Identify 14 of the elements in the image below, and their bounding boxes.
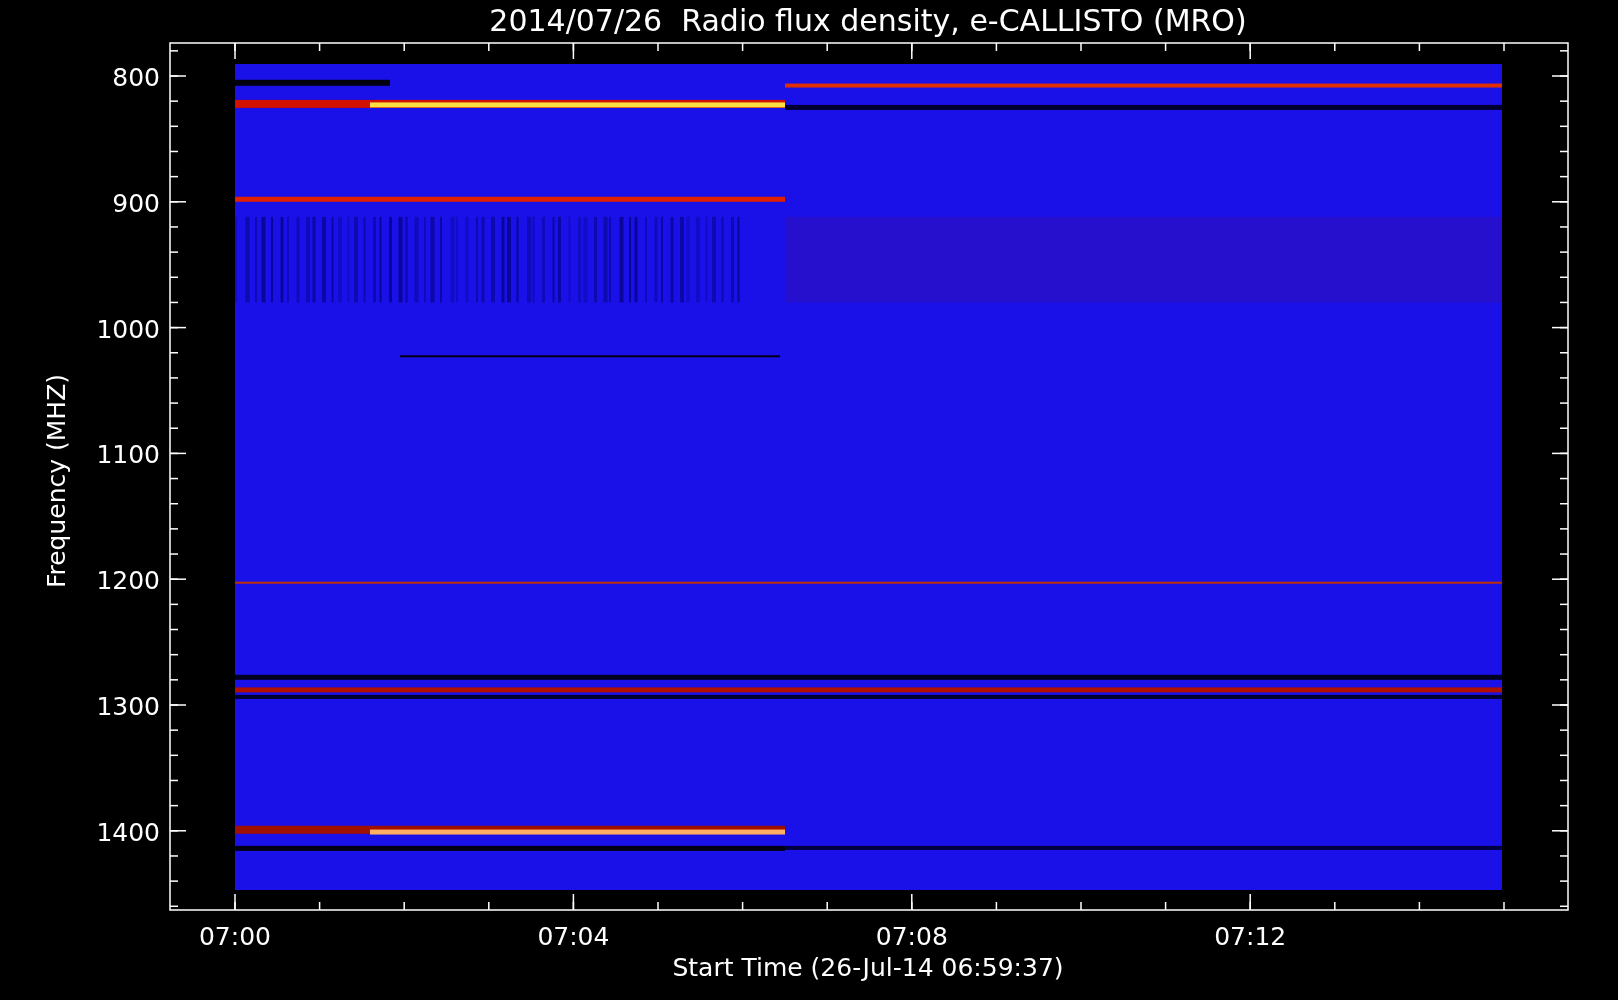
tick-label: 07:12 (1214, 922, 1287, 951)
tick-label: 1200 (96, 566, 160, 596)
tick-label: 1400 (96, 817, 160, 847)
tick-label: 900 (112, 188, 160, 218)
axis-label: Start Time (26-Jul-14 06:59:37) (672, 953, 1064, 982)
tick-label: 1100 (96, 440, 160, 470)
tick-label: 1000 (96, 314, 160, 344)
axis-label: Frequency (MHZ) (42, 373, 71, 589)
tick-label: 07:00 (199, 922, 271, 951)
tick-label: 07:04 (537, 922, 610, 951)
tick-label: 1300 (96, 692, 160, 721)
tick-label: 07:08 (875, 922, 948, 951)
plot-title: 2014/07/26 Radio flux density, e-CALLISTO (MRO) (489, 3, 1247, 38)
tick-label: 800 (112, 63, 160, 92)
